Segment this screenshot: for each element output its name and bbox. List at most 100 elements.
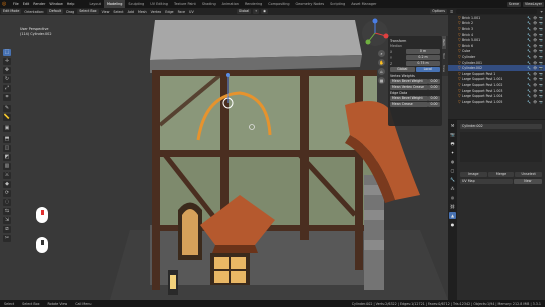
render-camera-icon[interactable]: 📷 <box>539 83 543 87</box>
outliner-item[interactable]: ▽ Large Support Post 1 🔧 👁 📷 <box>448 71 545 77</box>
output-tab-icon[interactable]: 🖶 <box>449 140 456 147</box>
column-merge[interactable]: Merge <box>487 172 515 177</box>
visibility-eye-icon[interactable]: 👁 <box>533 72 537 76</box>
scene-selector[interactable]: Scene <box>506 1 521 7</box>
data-tab-icon[interactable]: ▲ <box>449 212 456 219</box>
render-camera-icon[interactable]: 📷 <box>539 44 543 48</box>
render-camera-icon[interactable]: 📷 <box>539 100 543 104</box>
global-button[interactable]: Global <box>390 67 415 72</box>
tab-tool[interactable]: Tool <box>442 49 446 62</box>
visibility-eye-icon[interactable]: 👁 <box>533 77 537 81</box>
edge-bevel-weight-field[interactable]: Mean Bevel Weight <box>390 96 428 101</box>
render-camera-icon[interactable]: 📷 <box>539 21 543 25</box>
median-z-field[interactable]: 0.75 m <box>406 61 440 66</box>
vertex-bevel-weight-field[interactable]: Mean Bevel Weight <box>390 79 428 84</box>
outliner-item[interactable]: ▽ Cylinder.001 🔧 👁 📷 <box>448 60 545 66</box>
menu-help[interactable]: Help <box>65 2 77 6</box>
modifier-icon[interactable]: 🔧 <box>527 55 531 59</box>
workspace-tab-rendering[interactable]: Rendering <box>242 0 265 8</box>
render-camera-icon[interactable]: 📷 <box>539 72 543 76</box>
object-name-field[interactable]: Cylinder.002 <box>460 124 542 129</box>
edge-data-header[interactable]: Edge Data <box>390 91 440 95</box>
menu-window[interactable]: Window <box>47 2 64 6</box>
spin-tool-icon[interactable]: ⟳ <box>3 190 11 197</box>
select-box-dropdown[interactable]: Select Box <box>77 9 99 14</box>
tool-tab-icon[interactable]: ⚒ <box>449 122 456 129</box>
outliner-item[interactable]: ▽ Brick 6 🔧 👁 📷 <box>448 43 545 49</box>
particles-tab-icon[interactable]: ⁂ <box>449 185 456 192</box>
cursor-tool-icon[interactable]: ✛ <box>3 58 11 65</box>
world-tab-icon[interactable]: ◍ <box>449 158 456 165</box>
outliner-item[interactable]: ▽ Large Support Post 1.005 🔧 👁 📷 <box>448 99 545 105</box>
transform-tool-icon[interactable]: ⌗ <box>3 94 11 101</box>
modifier-icon[interactable]: 🔧 <box>527 72 531 76</box>
new-button[interactable]: New <box>513 179 542 184</box>
constraints-tab-icon[interactable]: ⛓ <box>449 203 456 210</box>
visibility-eye-icon[interactable]: 👁 <box>533 94 537 98</box>
modifier-icon[interactable]: 🔧 <box>527 100 531 104</box>
render-camera-icon[interactable]: 📷 <box>539 16 543 20</box>
zoom-icon[interactable]: ⌕ <box>378 50 385 57</box>
transform-orientation-dropdown[interactable]: Global <box>236 9 252 14</box>
modifier-icon[interactable]: 🔧 <box>527 38 531 42</box>
render-camera-icon[interactable]: 📷 <box>539 55 543 59</box>
edge-bevel-weight-value[interactable]: 0.00 <box>428 96 440 101</box>
grid-view-icon[interactable]: ▦ <box>378 77 385 84</box>
visibility-eye-icon[interactable]: 👁 <box>533 44 537 48</box>
uv-maps-list[interactable] <box>460 132 542 162</box>
bevel-tool-icon[interactable]: ◩ <box>3 154 11 161</box>
modifier-icon[interactable]: 🔧 <box>527 33 531 37</box>
render-camera-icon[interactable]: 📷 <box>539 94 543 98</box>
rip-tool-icon[interactable]: ✂ <box>3 235 11 242</box>
physics-tab-icon[interactable]: ◎ <box>449 194 456 201</box>
edge-crease-field[interactable]: Mean Crease <box>390 102 428 107</box>
camera-icon[interactable]: ⌂ <box>378 68 385 75</box>
visibility-eye-icon[interactable]: 👁 <box>533 61 537 65</box>
menu-view[interactable]: View <box>100 10 112 14</box>
column-unselect[interactable]: Unselect <box>515 172 543 177</box>
loop-cut-tool-icon[interactable]: ▥ <box>3 163 11 170</box>
workspace-tab-scripting[interactable]: Scripting <box>327 0 348 8</box>
viewlayer-selector[interactable]: ViewLayer <box>522 1 544 7</box>
navigation-gizmo[interactable] <box>360 18 390 48</box>
outliner-item[interactable]: ▽ Brick 1.001 🔧 👁 📷 <box>448 15 545 21</box>
pan-hand-icon[interactable]: ✋ <box>378 59 385 66</box>
modifier-icon[interactable]: 🔧 <box>527 49 531 53</box>
render-camera-icon[interactable]: 📷 <box>539 38 543 42</box>
outliner-item[interactable]: ▽ Cube 🔧 👁 📷 <box>448 49 545 55</box>
mode-dropdown[interactable]: Edit Mode <box>1 9 22 14</box>
visibility-eye-icon[interactable]: 👁 <box>533 100 537 104</box>
modifier-icon[interactable]: 🔧 <box>527 16 531 20</box>
vertex-weights-header[interactable]: Vertex Weights <box>390 74 440 78</box>
render-camera-icon[interactable]: 📷 <box>539 89 543 93</box>
measure-tool-icon[interactable]: 📏 <box>3 114 11 121</box>
orientation-dropdown[interactable]: Default <box>47 9 64 14</box>
menu-add[interactable]: Add <box>126 10 136 14</box>
outliner-item[interactable]: ▽ Brick 2 🔧 👁 📷 <box>448 21 545 27</box>
menu-edge[interactable]: Edge <box>163 10 175 14</box>
workspace-tab-animation[interactable]: Animation <box>219 0 242 8</box>
menu-render[interactable]: Render <box>31 2 47 6</box>
modifier-icon[interactable]: 🔧 <box>527 66 531 70</box>
shrink-tool-icon[interactable]: ⇲ <box>3 217 11 224</box>
modifier-icon[interactable]: 🔧 <box>527 94 531 98</box>
outliner-item[interactable]: ▽ Brick 5.001 🔧 👁 📷 <box>448 37 545 43</box>
options-dropdown[interactable]: Options <box>430 9 447 14</box>
outliner-item[interactable]: ▽ Large Support Post 1.004 🔧 👁 📷 <box>448 93 545 99</box>
outliner-item[interactable]: ▽ Cylinder 🔧 👁 📷 <box>448 54 545 60</box>
menu-uv[interactable]: UV <box>187 10 196 14</box>
workspace-tab-shading[interactable]: Shading <box>199 0 219 8</box>
modifier-icon[interactable]: 🔧 <box>527 61 531 65</box>
extrude-tool-icon[interactable]: ⬒ <box>3 136 11 143</box>
workspace-tab-asset-manager[interactable]: Asset Manager <box>348 0 379 8</box>
filter-icon[interactable]: ⏷ <box>540 10 543 14</box>
menu-edit[interactable]: Edit <box>21 2 32 6</box>
visibility-eye-icon[interactable]: 👁 <box>533 21 537 25</box>
scene-tab-icon[interactable]: ✦ <box>449 149 456 156</box>
workspace-tab-modeling[interactable]: Modeling <box>103 0 126 8</box>
outliner-search-input[interactable] <box>456 9 538 14</box>
visibility-eye-icon[interactable]: 👁 <box>533 66 537 70</box>
edge-slide-tool-icon[interactable]: ⇆ <box>3 208 11 215</box>
menu-file[interactable]: File <box>11 2 21 6</box>
render-camera-icon[interactable]: 📷 <box>539 61 543 65</box>
